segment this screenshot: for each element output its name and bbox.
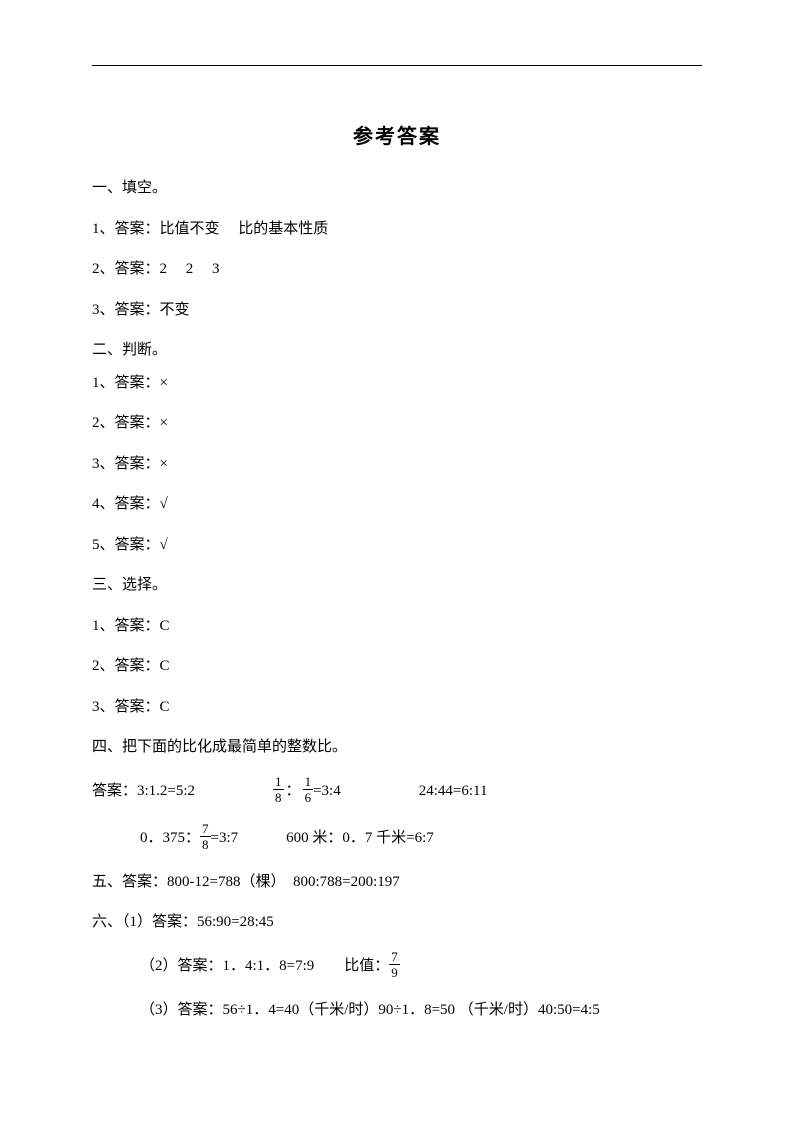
fraction: 1 6 [303, 775, 314, 804]
section-6-line-1: 六、（1）答案：56:90=28:45 [92, 911, 702, 934]
section-2-item-3: 3、答案：× [92, 453, 702, 476]
section-6-line-3: （3）答案：56÷1．4=40（千米/时）90÷1．8=50 （千米/时）40:… [92, 999, 702, 1022]
fraction-num: 7 [389, 950, 400, 965]
top-rule [92, 65, 702, 66]
section-1-item-2: 2、答案：2 2 3 [92, 258, 702, 281]
s4r1-p1: 答案：3:1.2=5:2 [92, 780, 195, 803]
fraction-den: 9 [389, 965, 400, 979]
page-title: 参考答案 [92, 120, 702, 149]
section-3-header: 三、选择。 [92, 574, 702, 597]
s4r1-p3: 24:44=6:11 [419, 780, 488, 803]
fraction-num: 1 [303, 775, 314, 790]
s4r2-p3: 600 米：0．7 千米=6:7 [286, 827, 434, 850]
section-1-header: 一、填空。 [92, 177, 702, 200]
section-2-item-1: 1、答案：× [92, 372, 702, 395]
fraction: 1 8 [273, 775, 284, 804]
section-5-text: 五、答案：800-12=788（棵） 800:788=200:197 [92, 871, 702, 894]
fraction-den: 6 [303, 790, 314, 804]
section-4-row-1: 答案：3:1.2=5:2 1 8 ： 1 6 =3:4 24:44=6:11 [92, 777, 702, 806]
section-1-item-3: 3、答案：不变 [92, 299, 702, 322]
section-3-item-3: 3、答案：C [92, 696, 702, 719]
colon: ： [286, 780, 301, 803]
section-2-item-4: 4、答案：√ [92, 493, 702, 516]
s6l2-p1: （2）答案：1．4:1．8=7:9 比值： [140, 955, 389, 978]
fraction-num: 1 [273, 775, 284, 790]
fraction: 7 9 [389, 950, 400, 979]
section-3-item-1: 1、答案：C [92, 615, 702, 638]
section-4-row-2: 0．375： 7 8 =3:7 600 米：0．7 千米=6:7 [92, 824, 702, 853]
section-3-item-2: 2、答案：C [92, 655, 702, 678]
section-4-header: 四、把下面的比化成最简单的整数比。 [92, 736, 702, 759]
section-2-item-5: 5、答案：√ [92, 534, 702, 557]
fraction-den: 8 [273, 790, 284, 804]
s4r2-p2: =3:7 [211, 827, 239, 850]
section-1-item-1: 1、答案：比值不变 比的基本性质 [92, 218, 702, 241]
fraction: 7 8 [200, 822, 211, 851]
s4r2-p1: 0．375： [140, 827, 200, 850]
section-2-item-2: 2、答案：× [92, 412, 702, 435]
s4r1-p2: =3:4 [313, 780, 341, 803]
fraction-num: 7 [200, 822, 211, 837]
section-6-line-2: （2）答案：1．4:1．8=7:9 比值： 7 9 [92, 952, 702, 981]
section-2-header: 二、判断。 [92, 339, 702, 362]
fraction-den: 8 [200, 837, 211, 851]
